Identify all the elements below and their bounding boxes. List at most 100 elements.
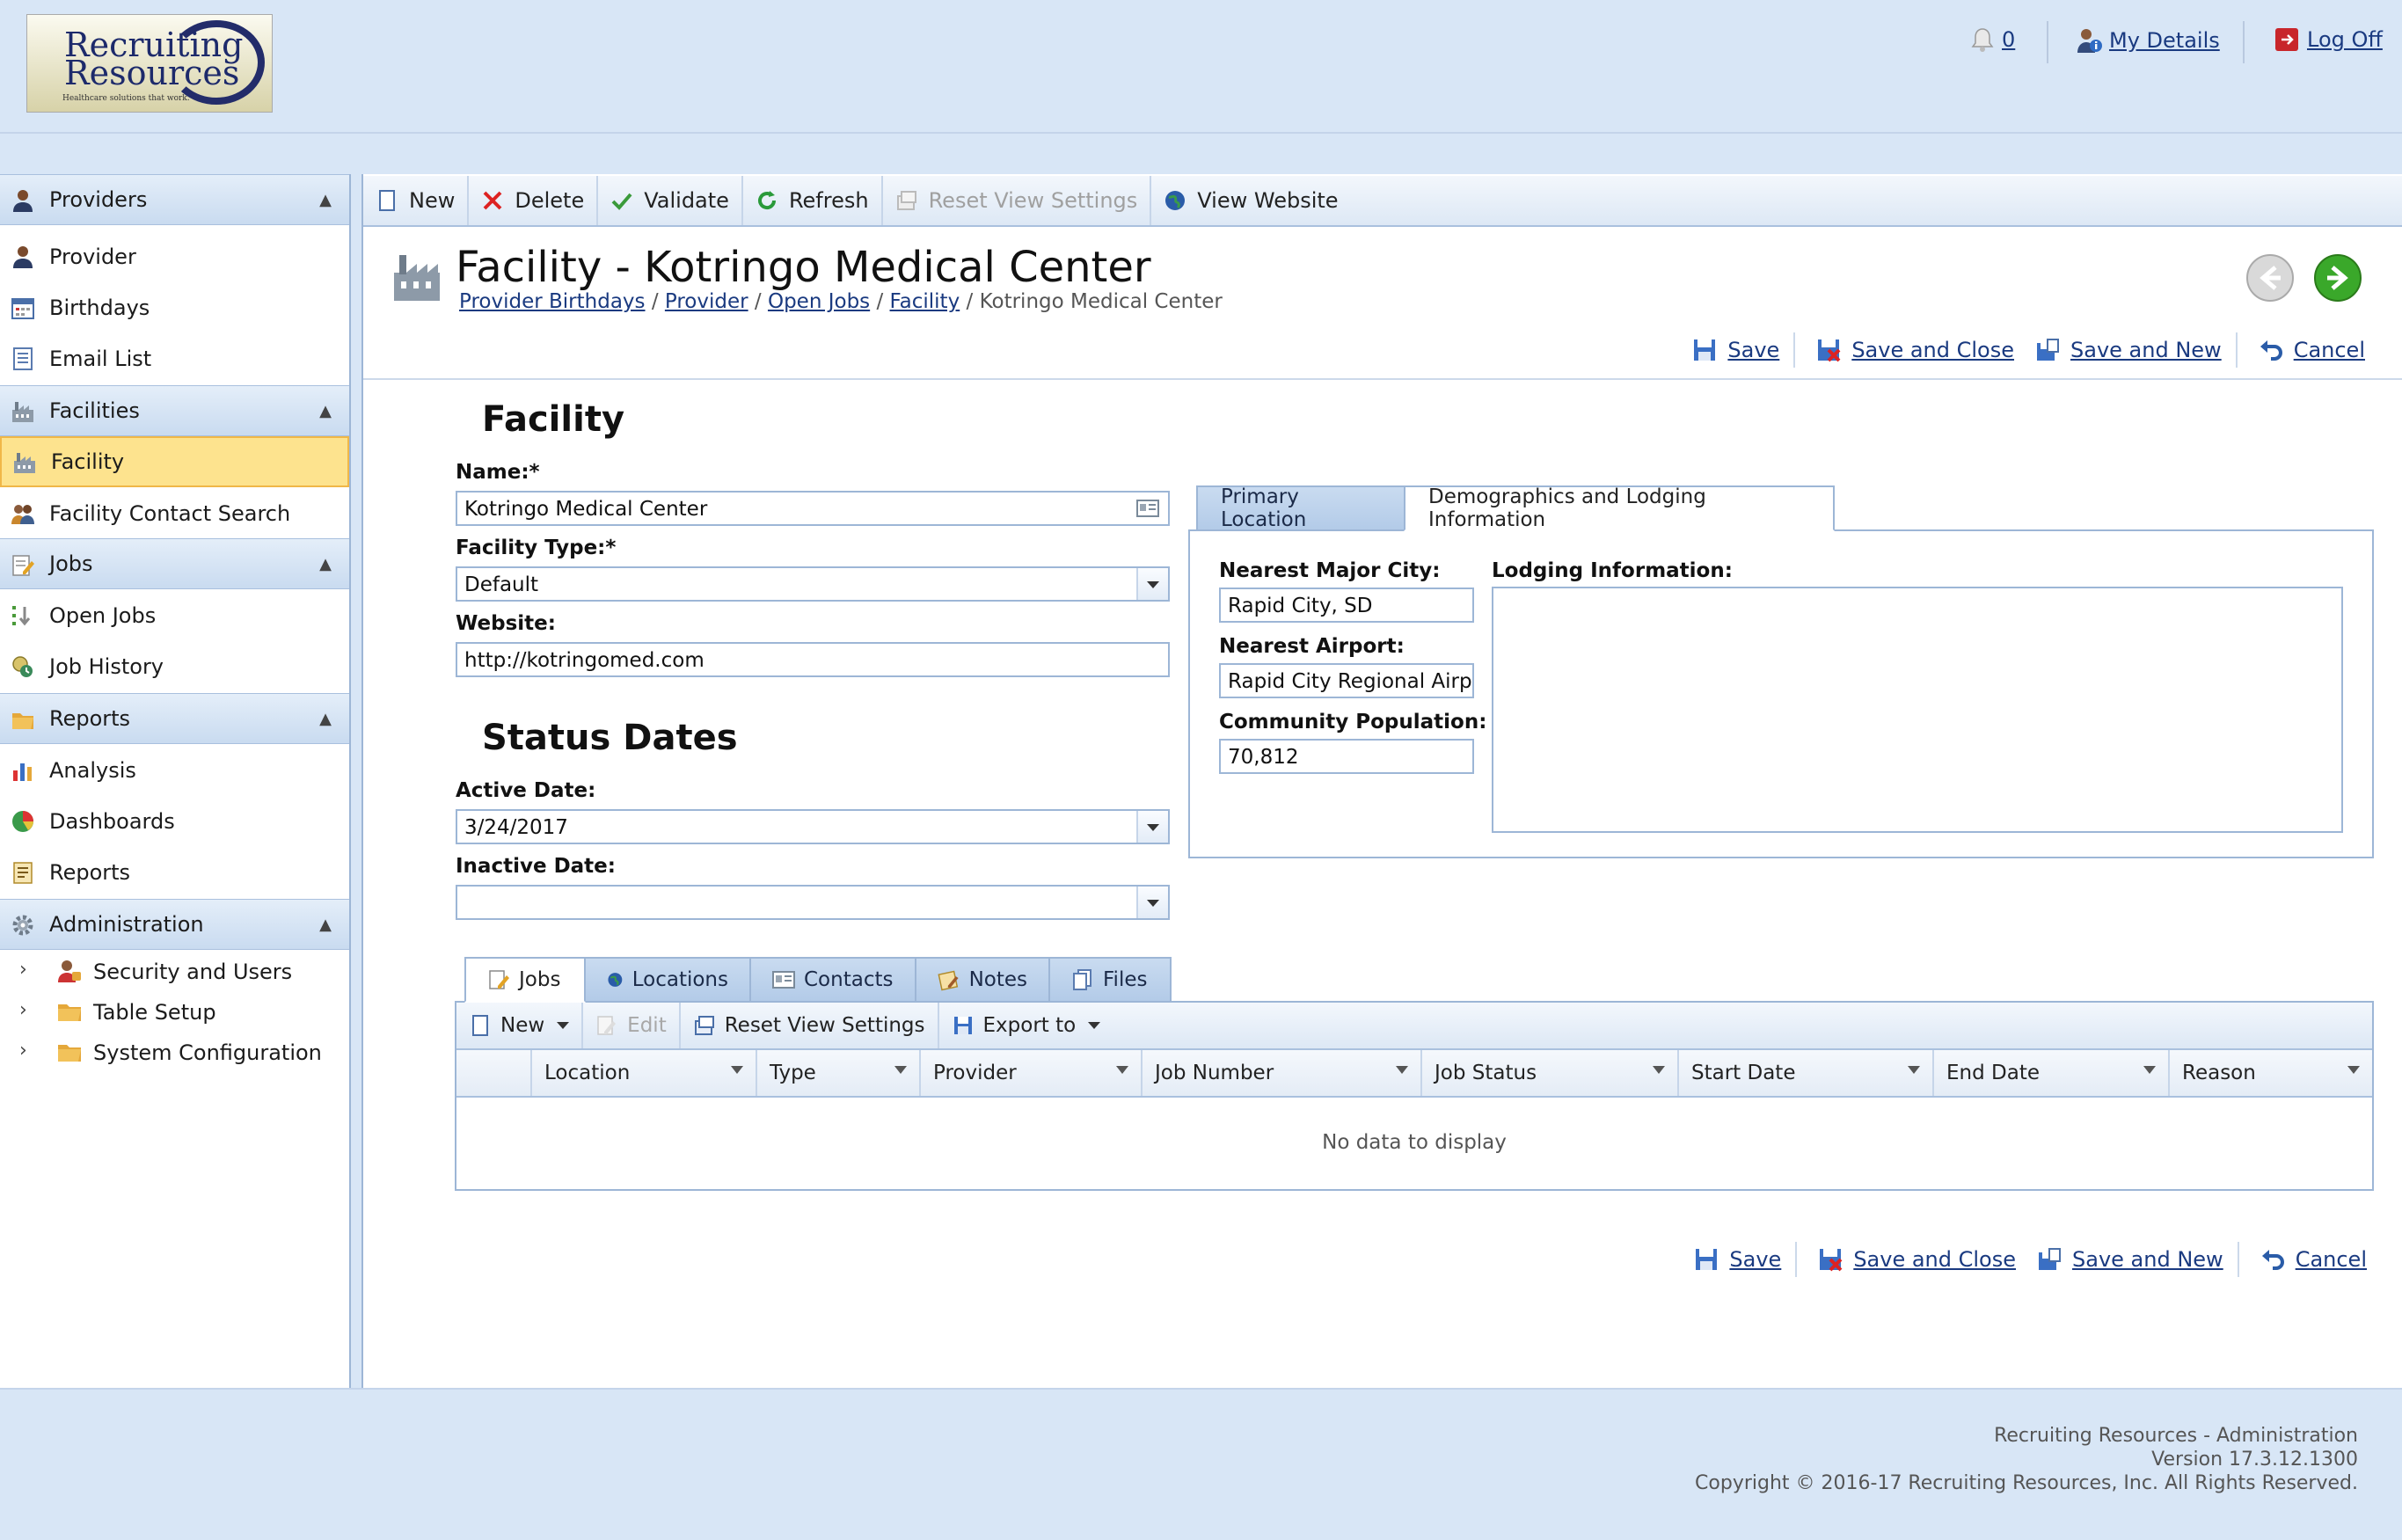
expand-arrow-icon[interactable]: › — [19, 1040, 27, 1062]
app-footer: Recruiting Resources - Administration Ve… — [0, 1388, 2402, 1540]
collapse-chevron-icon[interactable]: ▲ — [319, 555, 332, 573]
collapse-chevron-icon[interactable]: ▲ — [319, 402, 332, 420]
tab-locations[interactable]: Locations — [584, 957, 751, 1003]
nav-group-reports[interactable]: Reports ▲ — [0, 693, 349, 744]
save-button[interactable]: Save — [1694, 1247, 1781, 1272]
nav-item-dashboards[interactable]: Dashboards — [0, 797, 349, 846]
filter-icon[interactable] — [1908, 1066, 1920, 1074]
column-header-start-date[interactable]: Start Date — [1677, 1050, 1932, 1096]
save-and-new-button[interactable]: Save and New — [2037, 1247, 2223, 1272]
filter-icon[interactable] — [1653, 1066, 1665, 1074]
filter-icon[interactable] — [2347, 1066, 2360, 1074]
footer-app-name: Recruiting Resources - Administration — [1994, 1425, 2358, 1447]
nav-item-facility-contact-search[interactable]: Facility Contact Search — [0, 489, 349, 538]
my-details-link[interactable]: My Details — [2076, 26, 2220, 55]
collapse-chevron-icon[interactable]: ▲ — [319, 191, 332, 209]
save-and-close-button[interactable]: Save and Close — [1816, 338, 2014, 362]
column-header-type[interactable]: Type — [756, 1050, 919, 1096]
nav-item-provider[interactable]: Provider — [0, 232, 349, 281]
inactive-date-picker[interactable] — [456, 885, 1170, 920]
nav-group-providers[interactable]: Providers ▲ — [0, 174, 349, 225]
bell-icon — [1971, 28, 1994, 52]
validate-button[interactable]: Validate — [598, 176, 743, 225]
column-header-job-number[interactable]: Job Number — [1141, 1050, 1420, 1096]
view-website-button[interactable]: View Website — [1151, 176, 1350, 225]
grid-new-button[interactable]: New — [456, 1003, 584, 1048]
tab-primary-location[interactable]: Primary Location — [1196, 485, 1405, 531]
community-population-field[interactable]: 70,812 — [1219, 739, 1474, 774]
breadcrumb-link[interactable]: Provider — [665, 290, 748, 313]
delete-button[interactable]: Delete — [469, 176, 599, 225]
nav-group-administration[interactable]: Administration ▲ — [0, 899, 349, 950]
new-button[interactable]: New — [363, 176, 470, 225]
filter-icon[interactable] — [2143, 1066, 2156, 1074]
open-jobs-icon — [12, 606, 31, 626]
facility-type-select[interactable]: Default — [456, 566, 1170, 602]
grid-export-button[interactable]: Export to — [939, 1003, 1113, 1048]
save-button[interactable]: Save — [1692, 338, 1779, 362]
tab-notes[interactable]: Notes — [915, 957, 1050, 1003]
nav-item-analysis[interactable]: Analysis — [0, 746, 349, 795]
nav-item-open-jobs[interactable]: Open Jobs — [0, 591, 349, 640]
save-and-close-button[interactable]: Save and Close — [1818, 1247, 2016, 1272]
column-header-location[interactable]: Location — [530, 1050, 756, 1096]
next-record-icon[interactable] — [2313, 253, 2362, 303]
nav-tree-table-setup[interactable]: › Table Setup — [0, 992, 349, 1033]
contact-card-icon[interactable] — [1136, 500, 1159, 517]
website-field[interactable]: http://kotringomed.com — [456, 642, 1170, 677]
company-logo[interactable]: Recruiting Resources Healthcare solution… — [26, 14, 273, 113]
tab-jobs[interactable]: Jobs — [464, 957, 586, 1003]
dropdown-arrow-icon[interactable] — [1136, 811, 1168, 843]
grid-reset-view-button[interactable]: Reset View Settings — [681, 1003, 939, 1048]
column-header-end-date[interactable]: End Date — [1932, 1050, 2168, 1096]
grid-edit-button[interactable]: Edit — [583, 1003, 681, 1048]
filter-icon[interactable] — [1396, 1066, 1408, 1074]
expand-arrow-icon[interactable]: › — [19, 999, 27, 1021]
column-header-reason[interactable]: Reason — [2168, 1050, 2372, 1096]
dropdown-arrow-icon[interactable] — [1136, 887, 1168, 918]
active-date-picker[interactable]: 3/24/2017 — [456, 809, 1170, 844]
previous-record-icon[interactable] — [2245, 253, 2295, 303]
tab-files[interactable]: Files — [1048, 957, 1172, 1003]
filter-icon[interactable] — [894, 1066, 907, 1074]
breadcrumb-link[interactable]: Provider Birthdays — [459, 290, 646, 313]
expand-arrow-icon[interactable]: › — [19, 959, 27, 981]
nav-group-facilities[interactable]: Facilities ▲ — [0, 385, 349, 436]
nav-tree-system-configuration[interactable]: › System Configuration — [0, 1033, 349, 1073]
notifications[interactable]: 0 — [1970, 26, 2015, 53]
nav-item-birthdays[interactable]: Birthdays — [0, 283, 349, 332]
breadcrumb-link[interactable]: Facility — [890, 290, 960, 313]
nav-tree-security-and-users[interactable]: › Security and Users — [0, 952, 349, 992]
log-off-link[interactable]: Log Off — [2274, 26, 2383, 53]
collapse-chevron-icon[interactable]: ▲ — [319, 916, 332, 934]
lodging-info-textarea[interactable] — [1492, 587, 2343, 833]
sidebar-splitter[interactable] — [351, 174, 363, 1388]
checkmark-icon — [611, 193, 632, 210]
nearest-city-field[interactable]: Rapid City, SD — [1219, 588, 1474, 623]
nav-item-facility[interactable]: Facility — [0, 436, 349, 487]
column-header-provider[interactable]: Provider — [919, 1050, 1141, 1096]
tab-contacts[interactable]: Contacts — [749, 957, 916, 1003]
collapse-chevron-icon[interactable]: ▲ — [319, 710, 332, 728]
filter-icon[interactable] — [1116, 1066, 1128, 1074]
nav-group-jobs[interactable]: Jobs ▲ — [0, 538, 349, 589]
dropdown-arrow-icon[interactable] — [1088, 1022, 1101, 1029]
dropdown-arrow-icon[interactable] — [1136, 568, 1168, 600]
nearest-airport-field[interactable]: Rapid City Regional Airport — [1219, 663, 1474, 698]
cancel-button[interactable]: Cancel — [2260, 1247, 2367, 1272]
nav-item-job-history[interactable]: Job History — [0, 642, 349, 691]
reset-view-settings-button[interactable]: Reset View Settings — [883, 176, 1152, 225]
tab-demographics-lodging[interactable]: Demographics and Lodging Information — [1404, 485, 1835, 531]
breadcrumb-link[interactable]: Open Jobs — [768, 290, 870, 313]
refresh-button[interactable]: Refresh — [743, 176, 883, 225]
filter-icon[interactable] — [731, 1066, 743, 1074]
column-header-job-status[interactable]: Job Status — [1420, 1050, 1677, 1096]
name-field[interactable]: Kotringo Medical Center — [456, 491, 1170, 526]
cancel-button[interactable]: Cancel — [2259, 338, 2365, 362]
nav-item-email-list[interactable]: Email List — [0, 334, 349, 383]
nav-item-reports[interactable]: Reports — [0, 848, 349, 897]
dropdown-arrow-icon[interactable] — [557, 1022, 570, 1029]
delete-x-icon — [483, 191, 502, 210]
notification-count[interactable]: 0 — [2002, 27, 2015, 52]
save-and-new-button[interactable]: Save and New — [2035, 338, 2222, 362]
